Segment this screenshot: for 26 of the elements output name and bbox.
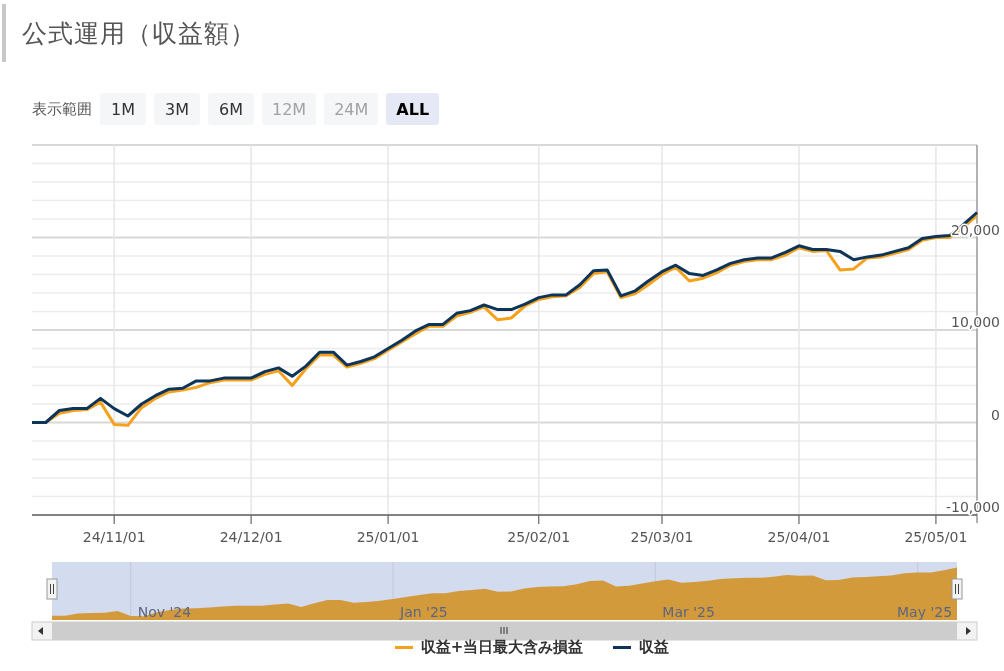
page-title: 公式運用（収益額） (22, 17, 256, 50)
x-tick-label: 25/03/01 (630, 529, 694, 545)
scroll-right-icon[interactable] (966, 627, 971, 635)
y-tick-label: 0 (991, 406, 1000, 423)
y-tick-label: -10,000 (945, 499, 1000, 515)
navigator-handle[interactable] (951, 578, 963, 600)
x-tick-label: 25/05/01 (904, 529, 968, 545)
scroll-left-icon[interactable] (38, 627, 43, 635)
x-tick-label: 25/04/01 (767, 529, 831, 545)
scrollbar[interactable] (31, 621, 978, 641)
x-tick-label: 25/01/01 (356, 529, 420, 545)
navigator-handle[interactable] (46, 578, 58, 600)
x-tick-label: 24/12/01 (219, 529, 283, 545)
y-tick-label: 10,000 (951, 314, 1000, 330)
range-button[interactable]: 6M (208, 93, 254, 125)
range-label: 表示範囲 (32, 99, 92, 119)
navigator-label: May '25 (897, 604, 953, 620)
navigator-label: Jan '25 (400, 604, 448, 620)
range-button[interactable]: ALL (386, 93, 440, 125)
range-button[interactable]: 3M (154, 93, 200, 125)
x-tick-label: 24/11/01 (82, 529, 146, 545)
x-tick-label: 25/02/01 (507, 529, 571, 545)
legend-item[interactable]: 収益+当日最大含み損益 (420, 638, 584, 657)
range-button[interactable]: 1M (100, 93, 146, 125)
navigator-label: Mar '25 (662, 604, 715, 620)
legend-item[interactable]: 収益 (639, 638, 670, 657)
